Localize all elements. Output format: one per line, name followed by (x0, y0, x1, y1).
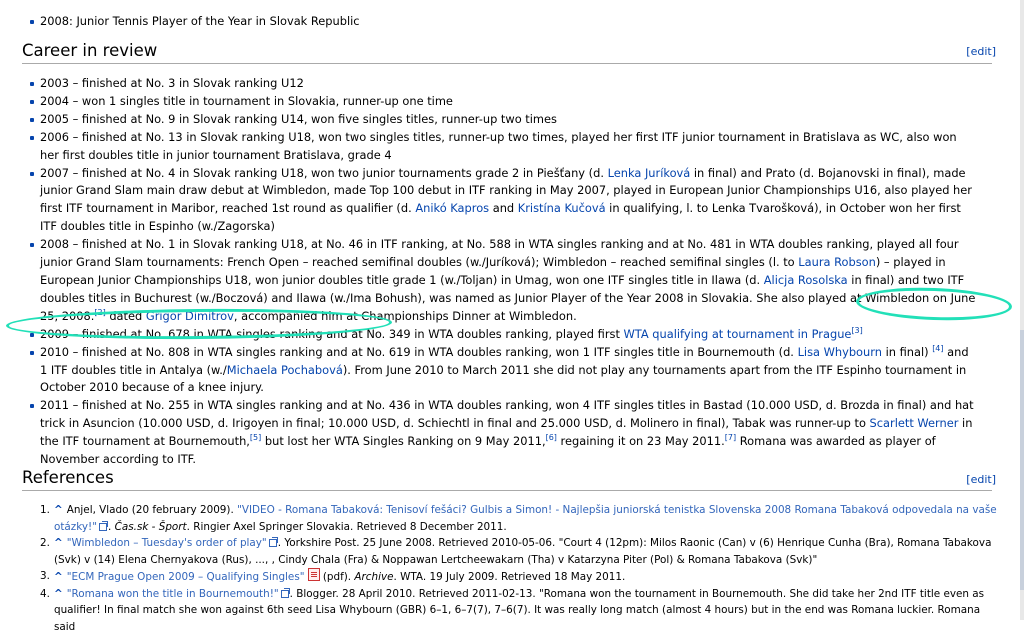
list-item: 2011 – finished at No. 255 in WTA single… (30, 397, 976, 469)
backlink-caret[interactable]: ^ (54, 588, 63, 600)
external-link-icon (99, 521, 108, 530)
link-lisa-whybourn[interactable]: Lisa Whybourn (798, 345, 882, 359)
list-item: 2010 – finished at No. 808 in WTA single… (30, 344, 976, 398)
link-aniko-kapros[interactable]: Anikó Kapros (415, 201, 489, 215)
reference-number: 3. (40, 568, 50, 585)
reference-number: 2. (40, 535, 50, 552)
references-list: 1. ^Anjel, Vlado (20 february 2009). "VI… (40, 502, 1000, 635)
link-alicja-rosolska[interactable]: Alicja Rosolska (764, 273, 848, 287)
reference-item: 2. ^ "Wimbledon – Tuesday's order of play… (40, 535, 1000, 568)
citation-5[interactable]: [5] (250, 433, 261, 442)
scrollbar-thumb[interactable] (1020, 330, 1024, 590)
list-item: 2003 – finished at No. 3 in Slovak ranki… (30, 75, 976, 93)
link-lenka-jurikova[interactable]: Lenka Juríková (608, 166, 691, 180)
reference-link-2[interactable]: "Wimbledon – Tuesday's order of play" (67, 537, 267, 549)
external-link-icon (281, 588, 290, 597)
list-item: 2005 – finished at No. 9 in Slovak ranki… (30, 111, 976, 129)
citation-6[interactable]: [6] (546, 433, 557, 442)
list-item: 2007 – finished at No. 4 in Slovak ranki… (30, 165, 976, 237)
citation-2[interactable]: [2] (94, 308, 105, 317)
edit-link-career[interactable]: [edit] (966, 45, 996, 58)
reference-number: 1. (40, 502, 50, 519)
edit-link-references[interactable]: [edit] (966, 473, 996, 486)
list-item: 2008 – finished at No. 1 in Slovak ranki… (30, 236, 976, 326)
section-divider (22, 490, 992, 491)
list-item: 2009 – finished at No. 678 in WTA single… (30, 326, 976, 344)
pdf-icon (308, 568, 320, 581)
link-michaela-pochabova[interactable]: Michaela Pochabová (227, 363, 343, 377)
citation-7[interactable]: [7] (725, 433, 736, 442)
link-grigor-dimitrov[interactable]: Grigor Dimitrov (146, 309, 234, 323)
backlink-caret[interactable]: ^ (54, 571, 63, 583)
section-divider (22, 63, 992, 64)
career-list: 2003 – finished at No. 3 in Slovak ranki… (30, 75, 976, 469)
section-heading-references: References (22, 468, 114, 487)
external-link-icon (269, 537, 278, 546)
reference-number: 4. (40, 586, 50, 603)
backlink-caret[interactable]: ^ (54, 537, 63, 549)
list-item: 2004 – won 1 singles title in tournament… (30, 93, 976, 111)
reference-item: 4. ^ "Romana won the title in Bournemouth… (40, 586, 1000, 635)
reference-link-3[interactable]: "ECM Prague Open 2009 – Qualifying Singl… (67, 571, 305, 583)
list-item: 2006 – finished at No. 13 in Slovak rank… (30, 129, 976, 165)
link-scarlett-werner[interactable]: Scarlett Werner (870, 416, 959, 430)
link-laura-robson[interactable]: Laura Robson (798, 255, 876, 269)
link-wta-qualifying-prague[interactable]: WTA qualifying at tournament in Prague (624, 327, 852, 341)
awards-list: 2008: Junior Tennis Player of the Year i… (30, 13, 976, 31)
article-page: 2008: Junior Tennis Player of the Year i… (0, 0, 1024, 620)
reference-item: 3. ^ "ECM Prague Open 2009 – Qualifying S… (40, 568, 1000, 586)
link-kristina-kucova[interactable]: Kristína Kučová (518, 201, 606, 215)
citation-4[interactable]: [4] (932, 344, 943, 353)
reference-link-4[interactable]: "Romana won the title in Bournemouth!" (67, 588, 279, 600)
reference-item: 1. ^Anjel, Vlado (20 february 2009). "VI… (40, 502, 1000, 535)
list-item: 2008: Junior Tennis Player of the Year i… (30, 13, 976, 31)
citation-3[interactable]: [3] (851, 326, 862, 335)
section-heading-career: Career in review (22, 41, 157, 60)
backlink-caret[interactable]: ^ (54, 504, 63, 516)
